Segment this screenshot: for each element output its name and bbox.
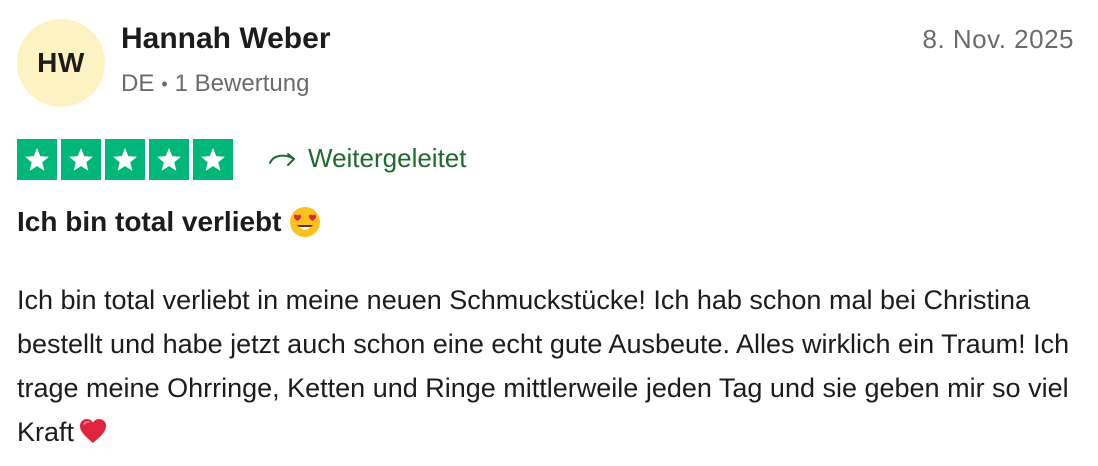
star-icon: [17, 139, 57, 180]
author-name[interactable]: Hannah Weber: [121, 22, 331, 56]
redirected-text: Weitergeleitet: [308, 143, 467, 173]
star-icon: [105, 139, 145, 180]
review-title-text: Ich bin total verliebt: [17, 206, 282, 237]
star-icon: [193, 139, 233, 180]
red-heart-emoji-icon: [80, 419, 107, 443]
redirect-arrow-icon: [268, 148, 298, 170]
redirected-label[interactable]: Weitergeleitet: [268, 143, 467, 174]
star-icon: [149, 139, 189, 180]
review-date: 8. Nov. 2025: [922, 24, 1074, 54]
meta-separator: •: [161, 73, 168, 94]
heart-eyes-emoji-icon: [290, 207, 321, 237]
star-rating: [17, 139, 233, 180]
review-body-text: Ich bin total verliebt in meine neuen Sc…: [17, 285, 1070, 447]
author-meta: DE • 1 Bewertung: [121, 70, 309, 98]
author-review-count: 1 Bewertung: [174, 70, 310, 97]
star-icon: [61, 139, 101, 180]
review-body: Ich bin total verliebt in meine neuen Sc…: [17, 278, 1087, 454]
avatar-initials: HW: [37, 47, 85, 78]
author-country: DE: [121, 70, 155, 97]
review-title: Ich bin total verliebt: [17, 206, 321, 238]
avatar[interactable]: HW: [17, 19, 105, 107]
review-card: HW Hannah Weber DE • 1 Bewertung 8. Nov.…: [0, 0, 1098, 466]
